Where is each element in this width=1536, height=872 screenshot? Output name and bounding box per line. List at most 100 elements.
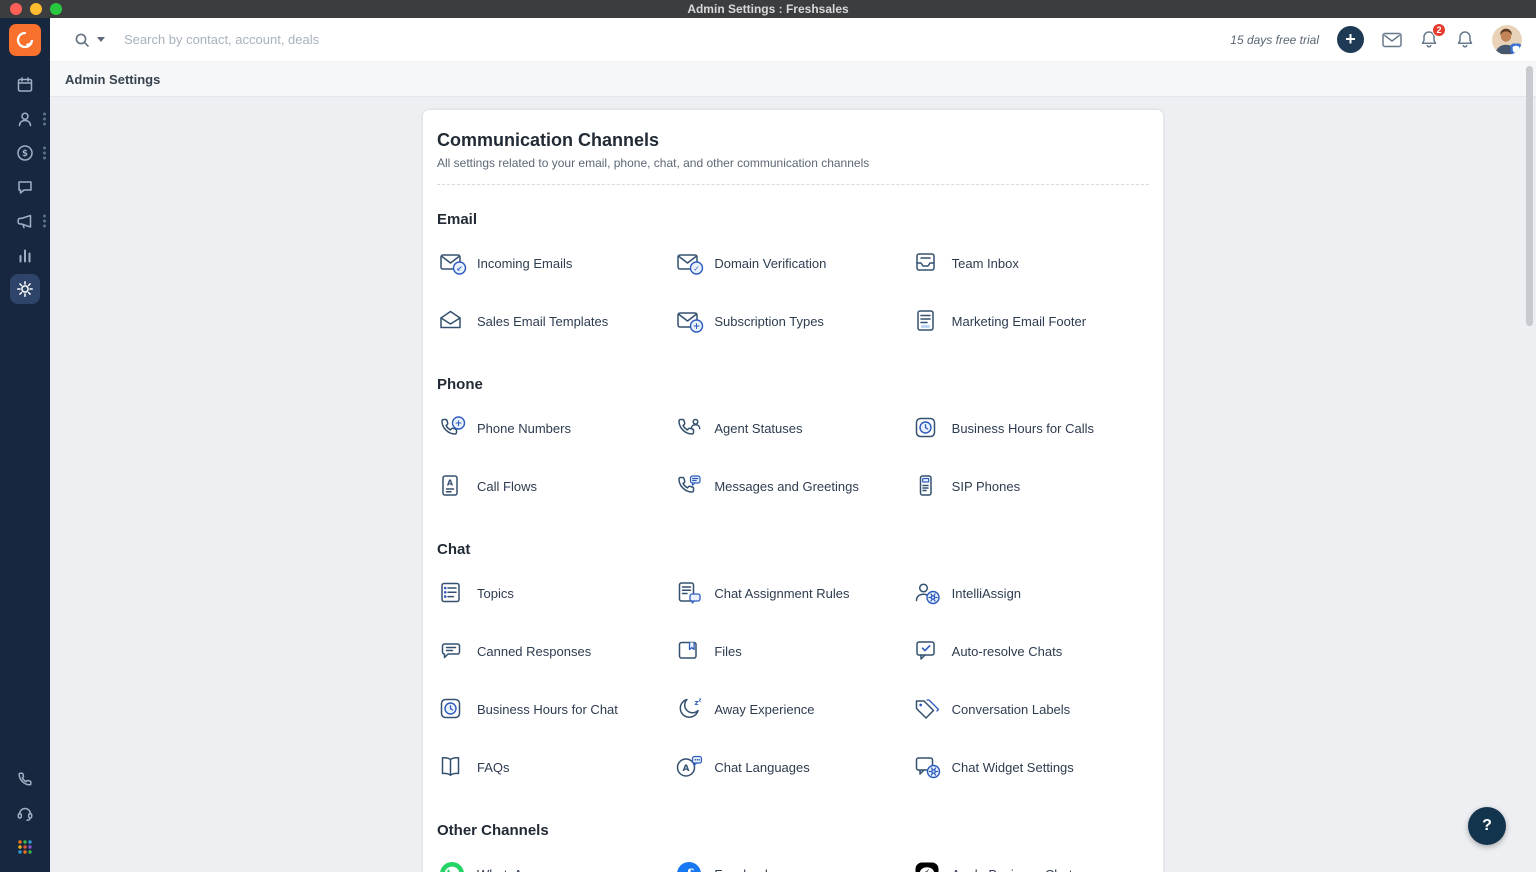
settings-item-label: Canned Responses (477, 643, 592, 659)
notification-bell-icon[interactable]: 2 (1420, 23, 1446, 49)
sidebar: $ (0, 18, 50, 872)
settings-icon (10, 274, 40, 304)
settings-item-label: Files (714, 643, 742, 659)
settings-item-sip-phones[interactable]: SIP Phones (912, 457, 1149, 515)
settings-item-chat-widget-settings[interactable]: Chat Widget Settings (912, 738, 1149, 796)
settings-item-phone-numbers[interactable]: + Phone Numbers (437, 399, 674, 457)
settings-item-facebook[interactable]: f Facebook (674, 845, 911, 872)
svg-text:A: A (683, 764, 690, 774)
settings-item-subscription-types[interactable]: + Subscription Types (674, 292, 911, 350)
help-widget-button[interactable]: ? (1468, 807, 1506, 845)
conversation-labels-icon (912, 696, 942, 722)
settings-item-business-hours-for-chat[interactable]: Business Hours for Chat (437, 680, 674, 738)
settings-item-team-inbox[interactable]: Team Inbox (912, 234, 1149, 292)
section-email: Email ↙ Incoming Emails ✓ Domain Verificatio… (437, 211, 1149, 350)
business-hours-chat-icon (437, 696, 467, 722)
section-phone: Phone + Phone Numbers Agent Statuses Busines… (437, 376, 1149, 515)
window-title: Admin Settings : Freshsales (687, 2, 849, 16)
marketing-email-footer-icon (912, 308, 942, 334)
sidebar-item-help[interactable] (0, 796, 50, 830)
sidebar-item-conversations[interactable] (0, 170, 50, 204)
svg-text:z: z (699, 698, 702, 704)
settings-item-canned-responses[interactable]: Canned Responses (437, 622, 674, 680)
settings-item-sales-email-templates[interactable]: Sales Email Templates (437, 292, 674, 350)
items-grid: ↙ Incoming Emails ✓ Domain Verification Team… (437, 234, 1149, 350)
sidebar-bottom-items (0, 762, 50, 864)
section-chat: Chat Topics Chat Assignment Rules IntelliAs… (437, 541, 1149, 796)
settings-item-messages-and-greetings[interactable]: Messages and Greetings (674, 457, 911, 515)
messages-greetings-icon (674, 473, 704, 499)
search-input[interactable] (124, 32, 584, 47)
kebab-menu-icon[interactable] (43, 112, 46, 126)
add-new-button[interactable]: + (1337, 26, 1364, 53)
settings-item-auto-resolve-chats[interactable]: Auto-resolve Chats (912, 622, 1149, 680)
breadcrumb[interactable]: Admin Settings (65, 72, 160, 87)
settings-item-topics[interactable]: Topics (437, 564, 674, 622)
settings-item-away-experience[interactable]: z z Away Experience (674, 680, 911, 738)
minimize-window-button[interactable] (30, 3, 42, 15)
settings-item-faqs[interactable]: FAQs (437, 738, 674, 796)
settings-item-chat-assignment-rules[interactable]: Chat Assignment Rules (674, 564, 911, 622)
sidebar-top-items: $ (0, 68, 50, 306)
page-subtitle: All settings related to your email, phon… (437, 156, 870, 170)
section-other-channels: Other Channels WhatsApp f Facebook Apple Bus… (437, 822, 1149, 872)
team-inbox-icon (912, 250, 942, 276)
trial-status-text: 15 days free trial (1230, 32, 1319, 47)
traffic-lights (10, 3, 62, 15)
settings-item-apple-business-chat[interactable]: Apple Business Chat (912, 845, 1149, 872)
settings-item-whatsapp[interactable]: WhatsApp (437, 845, 674, 872)
section-title: Chat (437, 541, 471, 558)
chat-assignment-rules-icon (674, 580, 704, 606)
settings-item-incoming-emails[interactable]: ↙ Incoming Emails (437, 234, 674, 292)
sidebar-item-calendar[interactable] (0, 68, 50, 102)
search-scope-caret-icon[interactable] (97, 37, 105, 42)
settings-item-label: Facebook (714, 867, 771, 872)
settings-item-label: Business Hours for Chat (477, 701, 618, 717)
kebab-menu-icon[interactable] (43, 146, 46, 160)
email-envelope-icon[interactable] (1382, 32, 1402, 48)
user-avatar[interactable] (1492, 24, 1522, 55)
settings-item-label: Chat Languages (714, 759, 810, 775)
settings-item-label: Chat Assignment Rules (714, 585, 850, 601)
settings-item-domain-verification[interactable]: ✓ Domain Verification (674, 234, 911, 292)
vertical-scrollbar[interactable] (1526, 66, 1533, 326)
settings-item-conversation-labels[interactable]: Conversation Labels (912, 680, 1149, 738)
sidebar-item-campaigns[interactable] (0, 204, 50, 238)
settings-item-call-flows[interactable]: A Call Flows (437, 457, 674, 515)
breadcrumb-bar: Admin Settings (50, 62, 1536, 97)
main-content: Communication Channels All settings rela… (50, 97, 1536, 872)
settings-item-label: Phone Numbers (477, 420, 571, 436)
settings-item-files[interactable]: Files (674, 622, 911, 680)
alerts-bell-icon[interactable] (1456, 30, 1474, 49)
sidebar-item-phone[interactable] (0, 762, 50, 796)
settings-item-business-hours-for-calls[interactable]: Business Hours for Calls (912, 399, 1149, 457)
sidebar-item-analytics[interactable] (0, 238, 50, 272)
sales-email-templates-icon (437, 308, 467, 334)
sidebar-item-deals[interactable]: $ (0, 136, 50, 170)
items-grid: + Phone Numbers Agent Statuses Business Hou… (437, 399, 1149, 515)
settings-item-label: Topics (477, 585, 514, 601)
macos-titlebar: Admin Settings : Freshsales (0, 0, 1536, 18)
settings-item-label: Domain Verification (714, 255, 827, 271)
page-title: Communication Channels (437, 130, 660, 150)
search-icon[interactable] (74, 32, 90, 48)
settings-item-label: Sales Email Templates (477, 313, 609, 329)
settings-item-intelliassign[interactable]: IntelliAssign (912, 564, 1149, 622)
settings-item-marketing-email-footer[interactable]: Marketing Email Footer (912, 292, 1149, 350)
phone-numbers-icon: + (437, 415, 467, 441)
settings-item-agent-statuses[interactable]: Agent Statuses (674, 399, 911, 457)
sidebar-item-settings[interactable] (0, 272, 50, 306)
section-title: Phone (437, 376, 483, 393)
settings-item-label: Agent Statuses (714, 420, 803, 436)
sidebar-item-app-switcher[interactable] (0, 830, 50, 864)
sidebar-item-contacts[interactable] (0, 102, 50, 136)
settings-item-label: Incoming Emails (477, 255, 573, 271)
settings-item-chat-languages[interactable]: A Chat Languages (674, 738, 911, 796)
files-icon (674, 638, 704, 664)
kebab-menu-icon[interactable] (43, 214, 46, 228)
zoom-window-button[interactable] (50, 3, 62, 15)
close-window-button[interactable] (10, 3, 22, 15)
settings-item-label: Team Inbox (951, 255, 1019, 271)
freshworks-logo-icon[interactable] (9, 24, 41, 56)
sip-phones-icon (912, 473, 942, 499)
